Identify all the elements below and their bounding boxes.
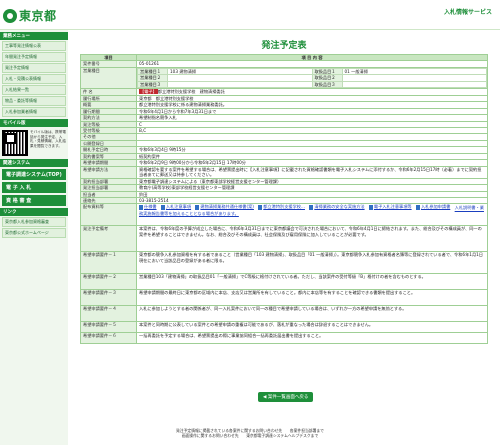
apply-method: 資格確認を要する案件を希望する場合は、希望票提出時に【入札注意事項】に記載された… (136, 165, 488, 179)
files-cell: 仕様書 入札注意事項 建物清掃業務共通仕様書(案) 都立港特別支援学校... 清… (136, 203, 488, 227)
logo-text: 東京都 (19, 9, 57, 23)
file-link-text[interactable]: 建物清掃業務共通仕様書(案) (200, 205, 254, 210)
row-key: 希望申請要件－１ (80, 251, 137, 275)
row-key: 希望申請要件－６ (80, 332, 137, 345)
biz-value (167, 80, 313, 88)
table-row: 営業種目 営業種目１ 103 建物清掃 取扱品目１ 01 一般清掃 営業種目２ 取扱品目… (80, 66, 488, 90)
main: 発注予定表 項目 項 目 内 容 案件番号 05-01261 営業種目 営業種目１… (70, 30, 498, 445)
biz-subtable: 営業種目１ 103 建物清掃 取扱品目１ 01 一般清掃 営業種目２ 取扱品目２ 営業種… (137, 68, 487, 88)
file-link[interactable]: 入札注意事項 (160, 204, 191, 210)
requirement-3: 希望申請期間の最終日に東京都の区域内に本店、支店又は営業所を有していること。都内… (136, 289, 488, 307)
table-row: 配布資料等 仕様書 入札注意事項 建物清掃業務共通仕様書(案) 都立港特別支援学… (80, 203, 488, 227)
file-icon (258, 204, 263, 210)
requirement-6: 一括再委託を予定する場合は、希望票提出の際に事業協同組合一括再委託届出書を提出す… (136, 332, 488, 345)
link-tokyo-home[interactable]: 東京都公式ホームページ (2, 228, 66, 238)
table-row: 希望申請要件－２ 営業種目103「建物清掃」の取扱品目01「一般清掃」でC等級に格… (80, 273, 488, 291)
table-row: 希望申請方法 資格確認を要する案件を希望する場合は、希望票提出時に【入札注意事項】… (80, 165, 488, 179)
file-link-text[interactable]: 清掃業務の安全な実施方法 (314, 205, 364, 210)
sidebar-item-kouji[interactable]: 工事等発注情報公表 (2, 41, 66, 51)
file-icon (368, 204, 373, 210)
case-name: 都立港特別支援学校 建物清掃委託 (157, 89, 225, 95)
system-title: 関連システム (0, 159, 68, 167)
table-row: 希望申請要件－５ 本案件と同時期に公表している案件との希望申請の重複は可能であるが… (80, 321, 488, 334)
file-link-text[interactable]: 都立港特別支援学校... (263, 205, 305, 210)
requirement-2: 営業種目103「建物清掃」の取扱品目01「一般清掃」でC等級に格付けされている者… (136, 273, 488, 291)
row-key: 希望申請方法 (80, 165, 137, 179)
file-link-text[interactable]: 電子入札注意事項等 (374, 205, 412, 210)
sidebar-item-ebid[interactable]: 電 子 入 札 (2, 182, 66, 193)
link-qualification[interactable]: 東京都入札参加資格審査 (2, 217, 66, 227)
file-link[interactable]: 電子入札注意事項等 (368, 204, 412, 210)
biz-key: 営業種目３ (137, 80, 168, 88)
file-icon (160, 204, 165, 210)
mobile-title: モバイル版 (0, 119, 68, 127)
footer-line-2: 画面操作に関するお問い合わせ先 東京都電子調達システムヘルプデスクまで (181, 433, 319, 439)
page-title: 発注予定表 (261, 41, 307, 51)
table-row: 希望申請要件－３ 希望申請期間の最終日に東京都の区域内に本店、支店又は営業所を有し… (80, 289, 488, 307)
item-value (341, 80, 487, 88)
file-icon (195, 204, 200, 210)
electronic-tag: 【電子】 (139, 89, 158, 95)
file-link[interactable]: 入札参加申請書 (415, 204, 450, 210)
table-row: 希望申請要件－６ 一括再委託を予定する場合は、希望票提出の際に事業協同組合一括再委… (80, 332, 488, 345)
table-row: 発注予定備考 本案件は、令和6年度の予算が成立した場合に、令和6年3月31日までに… (80, 225, 488, 253)
file-link[interactable]: 清掃業務の安全な実施方法 (309, 204, 365, 210)
sidebar-item-result[interactable]: 入札結果一覧 (2, 85, 66, 95)
link-title: リンク (0, 208, 68, 216)
file-link[interactable]: 都立港特別支援学校... (258, 204, 305, 210)
file-link-text[interactable]: 仕様書 (144, 205, 157, 210)
sidebar: 業務メニュー 工事等発注情報公表 年間発注予定情報 発注予定情報 入札・見積公表… (0, 30, 68, 445)
file-icon (415, 204, 420, 210)
row-key: 希望申請要件－４ (80, 305, 137, 323)
file-link-text[interactable]: 入札参加申請書 (421, 205, 450, 210)
table-row: 希望申請要件－４ 入札に参加しようとする者の関係者が、同一入札案件において同一の種… (80, 305, 488, 323)
sidebar-item-system-top[interactable]: 電子調達システム(TOP) (2, 169, 66, 180)
notes: 本案件は、令和6年度の予算が成立した場合に、令和6年3月31日までに東京都議会で… (136, 225, 488, 253)
sidebar-item-bid[interactable]: 入札・見積公表情報 (2, 74, 66, 84)
back-to-list-button[interactable]: ◀ 案件一覧画面へ戻る (258, 392, 314, 402)
mobile-box: モバイル版は、携帯電話から発注予定、入札・見積情報、入札結果を閲覧できます。 (2, 130, 66, 156)
detail-table: 項目 項 目 内 容 案件番号 05-01261 営業種目 営業種目１ 103 建物… (80, 53, 488, 345)
footer: 発注予定情報に掲載されている各案件に関するお問い合わせ先 各案件担当部署まで 画… (0, 428, 500, 439)
menu-title: 業務メニュー (0, 32, 68, 40)
row-key: 希望申請要件－５ (80, 321, 137, 334)
requirement-1: 東京都の競争入札参加資格を有する者であること（営業種目「103 建物清掃」、取扱… (136, 251, 488, 275)
file-link-text[interactable]: 入札注意事項 (166, 205, 191, 210)
sidebar-item-vendor[interactable]: 入札参加業者情報 (2, 107, 66, 117)
tokyo-logo[interactable]: 東京都 (3, 7, 57, 24)
service-title: 入札情報サービス (443, 9, 492, 16)
row-key: 希望申請要件－３ (80, 289, 137, 307)
sidebar-item-qualify[interactable]: 資 格 審 査 (2, 195, 66, 206)
sidebar-item-goods[interactable]: 物品・委託等情報 (2, 96, 66, 106)
requirement-4: 入札に参加しようとする者の関係者が、同一入札案件において同一の種目で希望申請して… (136, 305, 488, 323)
qr-code-icon (2, 130, 28, 156)
sidebar-item-yearly[interactable]: 年間発注予定情報 (2, 52, 66, 62)
row-key: 発注予定備考 (80, 225, 137, 253)
tokyo-emblem-icon (3, 8, 17, 23)
back-label: 案件一覧画面へ戻る (267, 395, 309, 400)
requirement-5: 本案件と同時期に公表している案件との希望申請の重複は可能であるが、落札が重なった… (136, 321, 488, 334)
table-row: 希望申請要件－１ 東京都の競争入札参加資格を有する者であること（営業種目「103 … (80, 251, 488, 275)
file-link[interactable]: 仕様書 (139, 204, 157, 210)
file-link[interactable]: 建物清掃業務共通仕様書(案) (195, 204, 254, 210)
item-key: 取扱品目３ (311, 80, 343, 88)
file-icon (139, 204, 143, 210)
sidebar-item-schedule[interactable]: 発注予定情報 (2, 63, 66, 73)
row-key: 営業種目 (80, 66, 137, 90)
header: 東京都 入札情報サービス (0, 0, 500, 30)
file-icon (309, 204, 314, 210)
mobile-text: モバイル版は、携帯電話から発注予定、入札・見積情報、入札結果を閲覧できます。 (30, 130, 66, 149)
row-key: 希望申請要件－２ (80, 273, 137, 291)
row-key: 配布資料等 (80, 203, 137, 227)
